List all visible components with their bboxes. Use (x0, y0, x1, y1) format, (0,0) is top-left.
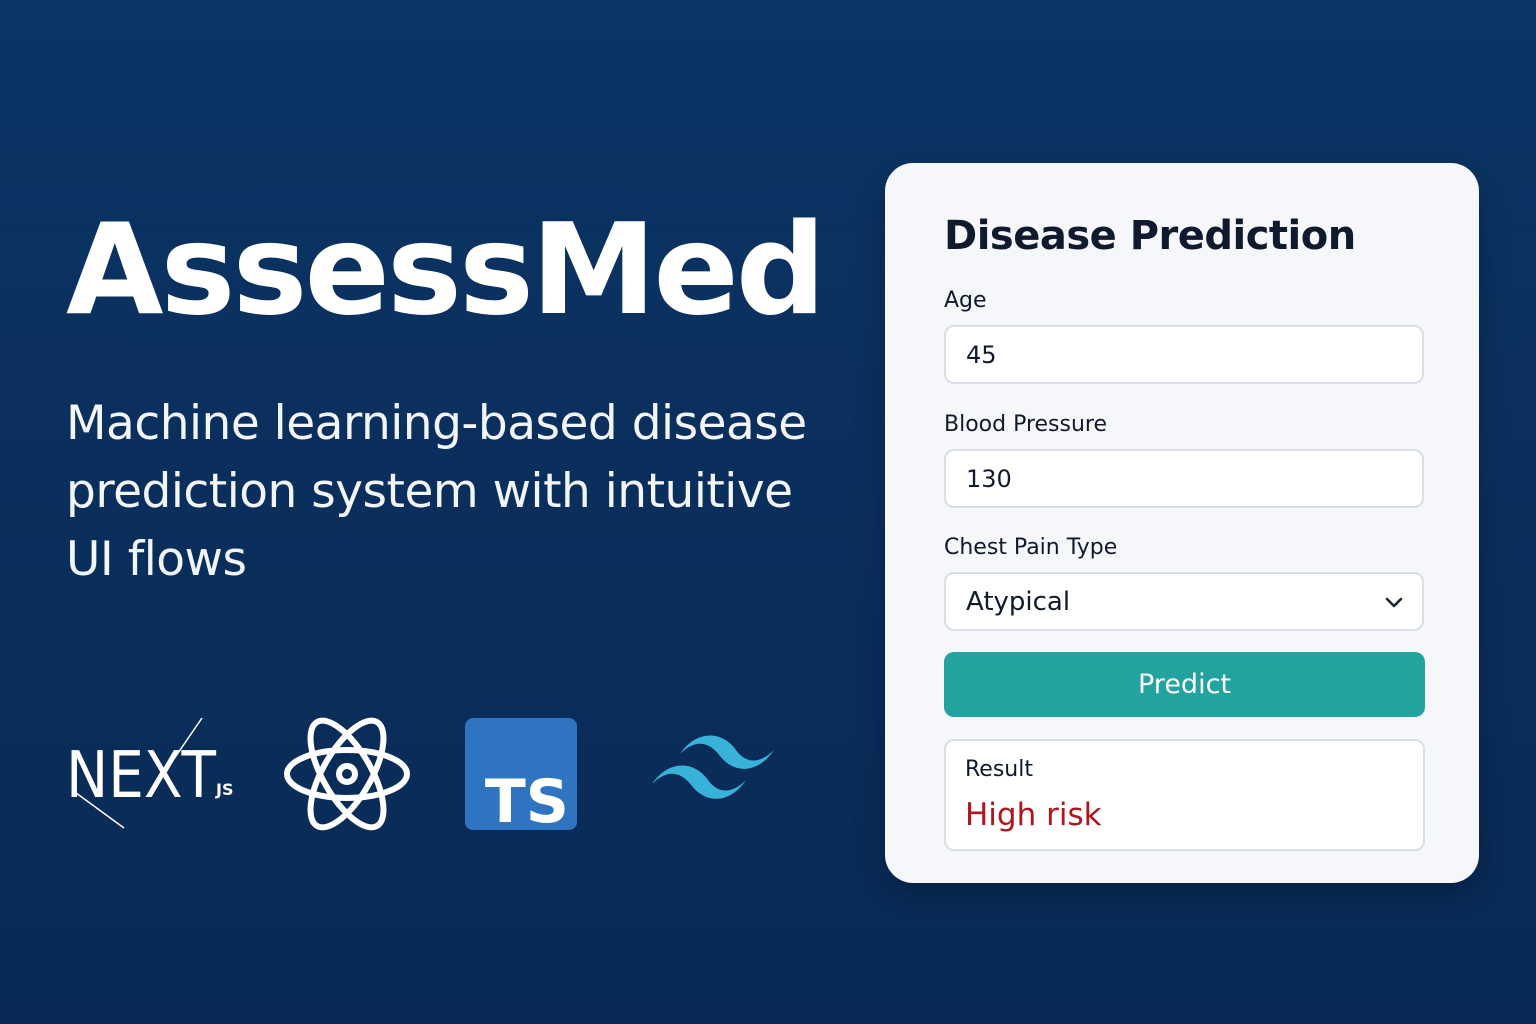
result-value: High risk (965, 797, 1102, 833)
blood-pressure-input[interactable] (946, 451, 1422, 506)
hero-section: AssessMed Machine learning-based disease… (66, 200, 856, 594)
tailwind-logo (650, 726, 776, 806)
blood-pressure-label: Blood Pressure (944, 412, 1108, 437)
chevron-down-icon (1384, 593, 1404, 613)
nextjs-logo-suffix: JS (215, 780, 233, 799)
age-label: Age (944, 288, 987, 313)
result-label: Result (965, 757, 1033, 782)
predict-button[interactable]: Predict (944, 652, 1425, 717)
typescript-logo-text: TS (485, 767, 569, 830)
app-title: AssessMed (66, 196, 826, 343)
nextjs-logo: NEXT JS (66, 712, 246, 832)
blood-pressure-field (944, 449, 1424, 508)
react-logo (282, 712, 412, 836)
chest-pain-label: Chest Pain Type (944, 535, 1118, 560)
result-panel: Result High risk (944, 739, 1425, 851)
typescript-logo: TS (465, 718, 577, 837)
tagline: Machine learning-based disease predictio… (66, 396, 807, 587)
tech-logos: NEXT JS TS (66, 712, 786, 837)
prediction-card: Disease Prediction Age Blood Pressure Ch… (885, 163, 1479, 883)
chest-pain-select[interactable]: Atypical (944, 572, 1424, 631)
chest-pain-value: Atypical (966, 587, 1071, 617)
form-title: Disease Prediction (944, 213, 1356, 259)
age-field (944, 325, 1424, 384)
nextjs-logo-text: NEXT (66, 739, 217, 813)
age-input[interactable] (946, 327, 1422, 382)
